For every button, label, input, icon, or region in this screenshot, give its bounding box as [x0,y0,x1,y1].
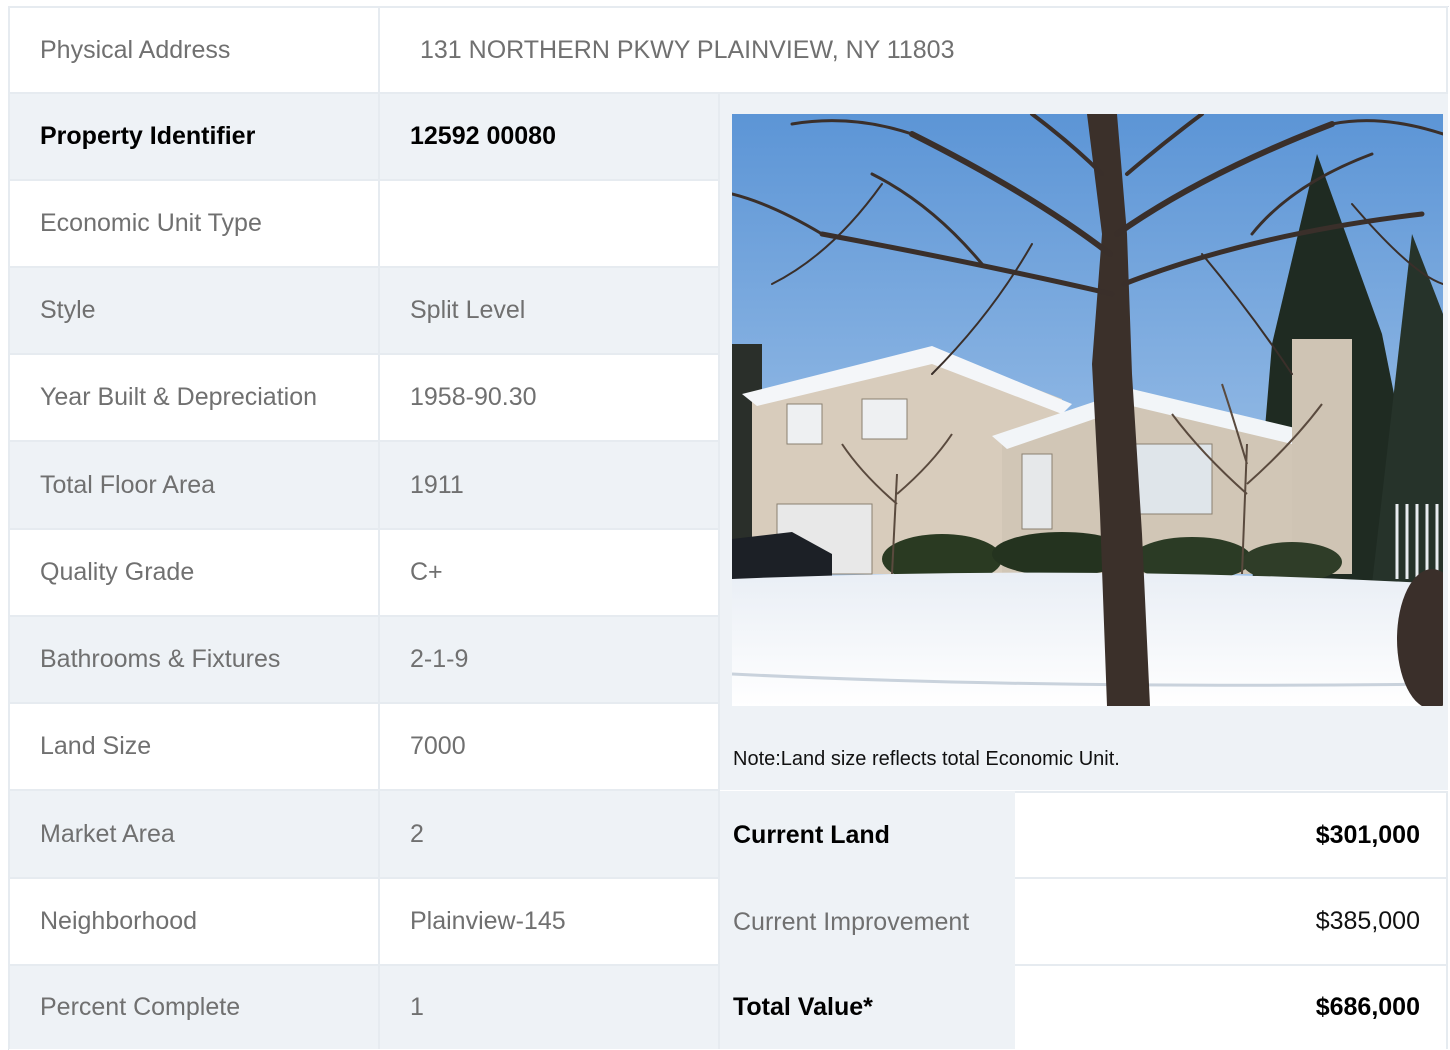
economic-unit-type-label: Economic Unit Type [8,181,380,268]
photo-panel [720,94,1448,790]
land-size-note: Note:Land size reflects total Economic U… [733,748,1120,770]
neighborhood-label: Neighborhood [8,879,380,966]
style-value: Split Level [380,268,720,355]
percent-complete-label: Percent Complete [8,966,380,1049]
total-value-value: $686,000 [1015,966,1448,1049]
market-area-label: Market Area [8,791,380,879]
property-identifier-value: 12592 00080 [380,94,720,181]
current-land-value: $301,000 [1015,791,1448,879]
land-size-value: 7000 [380,704,720,791]
neighborhood-value: Plainview-145 [380,879,720,966]
total-value-label: Total Value* [720,966,1015,1049]
economic-unit-type-value [380,181,720,268]
land-size-label: Land Size [8,704,380,791]
percent-complete-value: 1 [380,966,720,1049]
property-photo [732,114,1443,706]
total-floor-area-label: Total Floor Area [8,442,380,530]
current-improvement-value: $385,000 [1015,879,1448,966]
property-identifier-label: Property Identifier [8,94,380,181]
market-area-value: 2 [380,791,720,879]
quality-grade-label: Quality Grade [8,530,380,617]
year-built-value: 1958-90.30 [380,355,720,442]
style-label: Style [8,268,380,355]
address-value: 131 NORTHERN PKWY PLAINVIEW, NY 11803 [380,6,1448,94]
current-land-label: Current Land [720,791,1015,879]
bathrooms-fixtures-label: Bathrooms & Fixtures [8,617,380,704]
quality-grade-value: C+ [380,530,720,617]
year-built-label: Year Built & Depreciation [8,355,380,442]
bathrooms-fixtures-value: 2-1-9 [380,617,720,704]
address-label: Physical Address [8,6,380,94]
current-improvement-label: Current Improvement [720,879,1015,966]
total-floor-area-value: 1911 [380,442,720,530]
